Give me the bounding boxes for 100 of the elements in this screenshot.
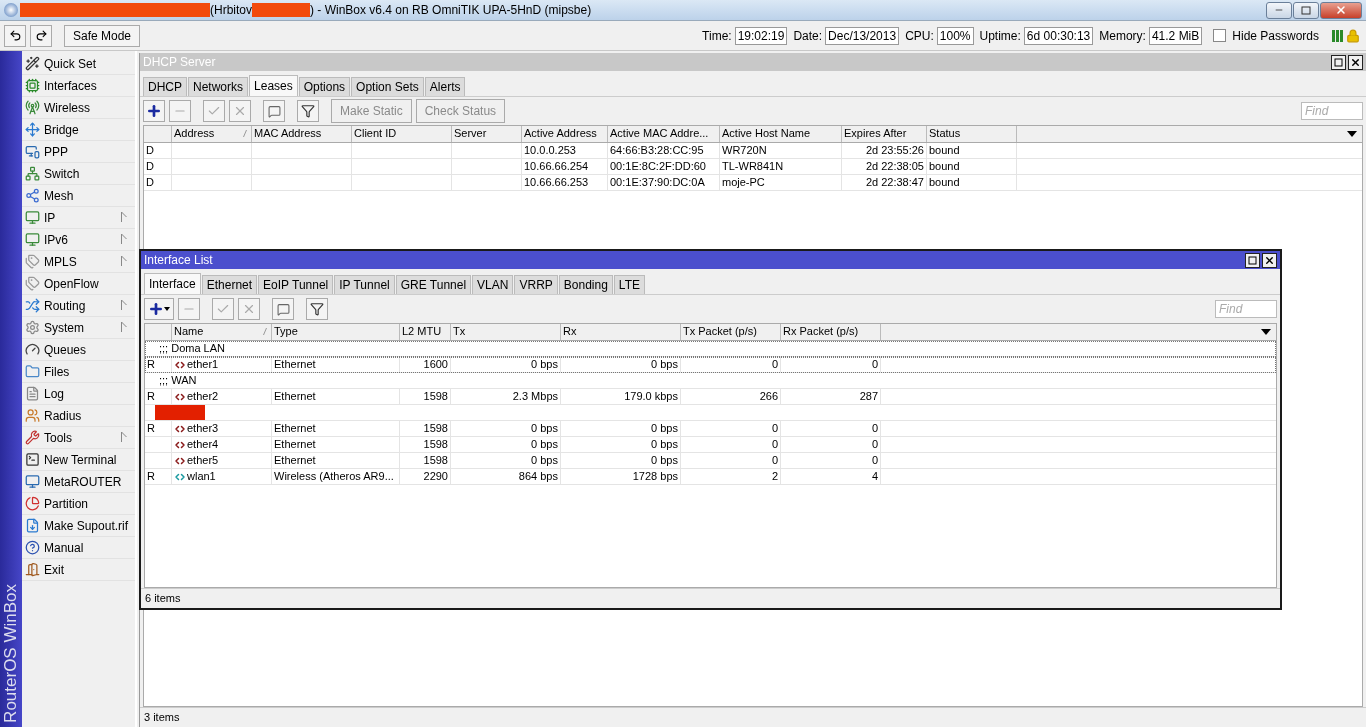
column-header[interactable]: Server <box>452 126 522 142</box>
tab[interactable]: Interface <box>144 273 201 294</box>
column-header[interactable]: Name <box>172 324 272 340</box>
users-icon <box>25 408 40 423</box>
tab[interactable]: Networks <box>188 77 249 96</box>
flag-cell: D <box>144 143 172 158</box>
tab[interactable]: Alerts <box>424 77 466 96</box>
status-value: Dec/13/2013 <box>825 26 900 45</box>
table-cell: 2.3 Mbps <box>451 389 561 404</box>
tab[interactable]: Bonding <box>558 275 613 294</box>
filter-button[interactable] <box>306 298 328 320</box>
menu-item[interactable]: Exit <box>22 559 135 581</box>
menu-item[interactable]: Tools <box>22 427 135 449</box>
menu-item[interactable]: New Terminal <box>22 449 135 471</box>
menu-item[interactable]: MetaROUTER <box>22 471 135 493</box>
menu-item[interactable]: Wireless <box>22 97 135 119</box>
dropdown-icon[interactable] <box>1261 329 1271 335</box>
menu-item[interactable]: IPv6 <box>22 229 135 251</box>
menu-item[interactable]: System <box>22 317 135 339</box>
redo-icon <box>34 29 48 42</box>
menu-item[interactable]: Log <box>22 383 135 405</box>
table-cell: 179.0 kbps <box>561 389 681 404</box>
comment-button[interactable] <box>272 298 294 320</box>
column-header[interactable]: Active Address <box>522 126 608 142</box>
status-value: 100% <box>936 26 974 45</box>
comment-button[interactable] <box>263 100 285 122</box>
menu-item[interactable]: Mesh <box>22 185 135 207</box>
table-cell: 0 <box>681 453 781 468</box>
close-button[interactable] <box>1348 54 1363 70</box>
filter-button[interactable] <box>297 100 319 122</box>
tab[interactable]: EoIP Tunnel <box>258 275 334 294</box>
menu-item[interactable]: Radius <box>22 405 135 427</box>
menu-item[interactable]: Bridge <box>22 119 135 141</box>
table-cell: TL-WR841N <box>720 159 842 174</box>
column-header[interactable]: Client ID <box>352 126 452 142</box>
table-cell: 2290 <box>400 469 451 484</box>
add-button[interactable] <box>144 298 174 320</box>
flag-cell: D <box>144 175 172 190</box>
maximize-button[interactable] <box>1245 252 1260 268</box>
menu-item[interactable]: IP <box>22 207 135 229</box>
table-cell: bound <box>927 175 1017 190</box>
column-header[interactable]: Status <box>927 126 1017 142</box>
column-header[interactable]: Expires After <box>842 126 927 142</box>
network-icon <box>25 166 40 181</box>
checkbox[interactable] <box>1213 29 1227 42</box>
column-header[interactable]: L2 MTU <box>400 324 451 340</box>
dropdown-icon[interactable] <box>1347 131 1357 137</box>
tab[interactable]: IP Tunnel <box>334 275 395 294</box>
close-button[interactable] <box>1262 252 1277 268</box>
tab[interactable]: VLAN <box>472 275 514 294</box>
tab[interactable]: Leases <box>249 75 298 96</box>
column-header[interactable]: Address <box>172 126 252 142</box>
wand-icon <box>25 56 40 71</box>
tab[interactable]: VRRP <box>514 275 558 294</box>
table-cell: bound <box>927 159 1017 174</box>
table-cell: 0 <box>681 357 781 372</box>
table-cell: 10.66.66.254 <box>522 159 608 174</box>
menu-item[interactable]: Interfaces <box>22 75 135 97</box>
find-field[interactable]: Find <box>1301 102 1363 120</box>
column-header[interactable]: Type <box>272 324 400 340</box>
table-cell: 10.66.66.253 <box>522 175 608 190</box>
column-header[interactable]: Rx Packet (p/s) <box>781 324 881 340</box>
comment-icon <box>267 104 281 118</box>
column-header[interactable]: Active Host Name <box>720 126 842 142</box>
menu-item[interactable]: Quick Set <box>22 53 135 75</box>
column-header[interactable]: Tx <box>451 324 561 340</box>
menu-item[interactable]: Manual <box>22 537 135 559</box>
table-cell: 2d 22:38:05 <box>842 159 927 174</box>
add-button[interactable] <box>143 100 165 122</box>
column-header[interactable]: Tx Packet (p/s) <box>681 324 781 340</box>
menu-item[interactable]: Queues <box>22 339 135 361</box>
tab[interactable]: LTE <box>613 275 645 294</box>
status-value: 41.2 MiB <box>1148 26 1203 45</box>
column-header[interactable]: Rx <box>561 324 681 340</box>
column-header[interactable]: MAC Address <box>252 126 352 142</box>
maximize-button[interactable] <box>1331 54 1346 70</box>
safe-mode-button[interactable]: Safe Mode <box>64 24 141 47</box>
menu-item[interactable]: Routing <box>22 295 135 317</box>
tab[interactable]: Options <box>298 77 351 96</box>
column-header[interactable]: Active MAC Addre... <box>608 126 720 142</box>
menu-item[interactable]: MPLS <box>22 251 135 273</box>
menu-item[interactable]: Make Supout.rif <box>22 515 135 537</box>
menu-item[interactable]: Files <box>22 361 135 383</box>
menu-item[interactable]: Partition <box>22 493 135 515</box>
tab[interactable]: Option Sets <box>351 77 424 96</box>
monitor-icon <box>25 232 40 247</box>
menu-item[interactable]: PPP <box>22 141 135 163</box>
table-cell: 1728 bps <box>561 469 681 484</box>
redo-button[interactable] <box>30 24 52 47</box>
menu-item[interactable]: Switch <box>22 163 135 185</box>
undo-button[interactable] <box>4 24 26 47</box>
minimize-button[interactable] <box>1266 1 1292 19</box>
table-cell: 1598 <box>400 389 451 404</box>
tab[interactable]: GRE Tunnel <box>395 275 472 294</box>
tab[interactable]: Ethernet <box>201 275 258 294</box>
find-field[interactable]: Find <box>1215 300 1277 318</box>
menu-item[interactable]: OpenFlow <box>22 273 135 295</box>
tab[interactable]: DHCP <box>143 77 187 96</box>
close-icon <box>1350 56 1361 68</box>
status-label: Date: <box>793 28 823 43</box>
